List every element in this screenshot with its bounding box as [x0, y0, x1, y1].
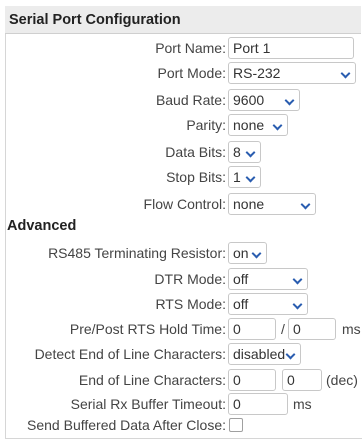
eol-char-1-input[interactable]: 0 — [228, 369, 276, 391]
section-advanced-heading: Advanced — [7, 218, 77, 234]
baud-rate-value: 9600 — [233, 92, 265, 108]
dtr-mode-value: off — [233, 271, 249, 287]
data-bits-label: Data Bits: — [165, 144, 226, 160]
rts-mode-select[interactable]: off — [228, 293, 308, 315]
row-eol-chars: End of Line Characters: 0 0 (dec) — [0, 369, 363, 391]
rts-hold-unit: ms — [342, 321, 361, 337]
row-detect-eol: Detect End of Line Characters: disabled — [0, 343, 363, 365]
port-mode-select[interactable]: RS-232 — [228, 62, 356, 84]
chevron-down-icon — [272, 120, 283, 131]
rts-mode-value: off — [233, 296, 249, 312]
row-baud-rate: Baud Rate: 9600 — [0, 89, 363, 111]
row-port-mode: Port Mode: RS-232 — [0, 62, 363, 84]
flow-control-value: none — [233, 196, 265, 212]
port-name-label: Port Name: — [155, 40, 226, 56]
baud-rate-select[interactable]: 9600 — [228, 89, 300, 111]
stop-bits-value: 1 — [233, 169, 241, 185]
send-after-close-checkbox[interactable] — [229, 418, 243, 432]
rts-pre-hold-input[interactable]: 0 — [228, 318, 276, 340]
row-port-name: Port Name: Port 1 — [0, 37, 363, 59]
detect-eol-value: disabled — [233, 346, 286, 362]
row-send-after-close: Send Buffered Data After Close: — [0, 414, 363, 436]
row-data-bits: Data Bits: 8 — [0, 141, 363, 163]
panel-title: Serial Port Configuration — [5, 6, 361, 34]
rx-timeout-unit: ms — [293, 396, 312, 412]
rx-timeout-input[interactable]: 0 — [228, 393, 288, 415]
chevron-down-icon — [300, 199, 311, 210]
row-rs485-resistor: RS485 Terminating Resistor: on — [0, 242, 363, 264]
rx-timeout-label: Serial Rx Buffer Timeout: — [70, 396, 226, 412]
chevron-down-icon — [292, 299, 303, 310]
chevron-down-icon — [292, 274, 303, 285]
rts-post-hold-input[interactable]: 0 — [288, 318, 336, 340]
row-rts-mode: RTS Mode: off — [0, 293, 363, 315]
rs485-resistor-value: on — [233, 245, 249, 261]
eol-chars-unit: (dec) — [326, 372, 358, 388]
rts-mode-label: RTS Mode: — [155, 296, 226, 312]
detect-eol-select[interactable]: disabled — [228, 343, 301, 365]
stop-bits-select[interactable]: 1 — [228, 166, 261, 188]
rts-hold-time-label: Pre/Post RTS Hold Time: — [69, 321, 226, 337]
baud-rate-label: Baud Rate: — [155, 92, 226, 108]
parity-label: Parity: — [186, 117, 226, 133]
detect-eol-label: Detect End of Line Characters: — [34, 346, 226, 362]
stop-bits-label: Stop Bits: — [166, 169, 226, 185]
parity-select[interactable]: none — [228, 114, 288, 136]
dtr-mode-label: DTR Mode: — [154, 271, 226, 287]
row-parity: Parity: none — [0, 114, 363, 136]
send-after-close-label: Send Buffered Data After Close: — [27, 417, 226, 433]
chevron-down-icon — [285, 349, 296, 360]
port-name-input[interactable]: Port 1 — [228, 37, 354, 59]
parity-value: none — [233, 117, 265, 133]
rs485-resistor-label: RS485 Terminating Resistor: — [48, 245, 226, 261]
port-mode-label: Port Mode: — [157, 65, 226, 81]
row-dtr-mode: DTR Mode: off — [0, 268, 363, 290]
data-bits-value: 8 — [233, 144, 241, 160]
chevron-down-icon — [284, 95, 295, 106]
data-bits-select[interactable]: 8 — [228, 141, 261, 163]
chevron-down-icon — [251, 248, 262, 259]
row-rts-hold-time: Pre/Post RTS Hold Time: 0 / 0 ms — [0, 318, 363, 340]
rts-hold-separator: / — [281, 321, 285, 337]
chevron-down-icon — [340, 68, 351, 79]
row-flow-control: Flow Control: none — [0, 193, 363, 215]
chevron-down-icon — [245, 147, 256, 158]
chevron-down-icon — [245, 172, 256, 183]
dtr-mode-select[interactable]: off — [228, 268, 308, 290]
port-mode-value: RS-232 — [233, 65, 281, 81]
flow-control-label: Flow Control: — [143, 196, 226, 212]
flow-control-select[interactable]: none — [228, 193, 316, 215]
row-stop-bits: Stop Bits: 1 — [0, 166, 363, 188]
row-rx-timeout: Serial Rx Buffer Timeout: 0 ms — [0, 393, 363, 415]
rs485-resistor-select[interactable]: on — [228, 242, 267, 264]
eol-char-2-input[interactable]: 0 — [282, 369, 322, 391]
eol-chars-label: End of Line Characters: — [78, 372, 226, 388]
